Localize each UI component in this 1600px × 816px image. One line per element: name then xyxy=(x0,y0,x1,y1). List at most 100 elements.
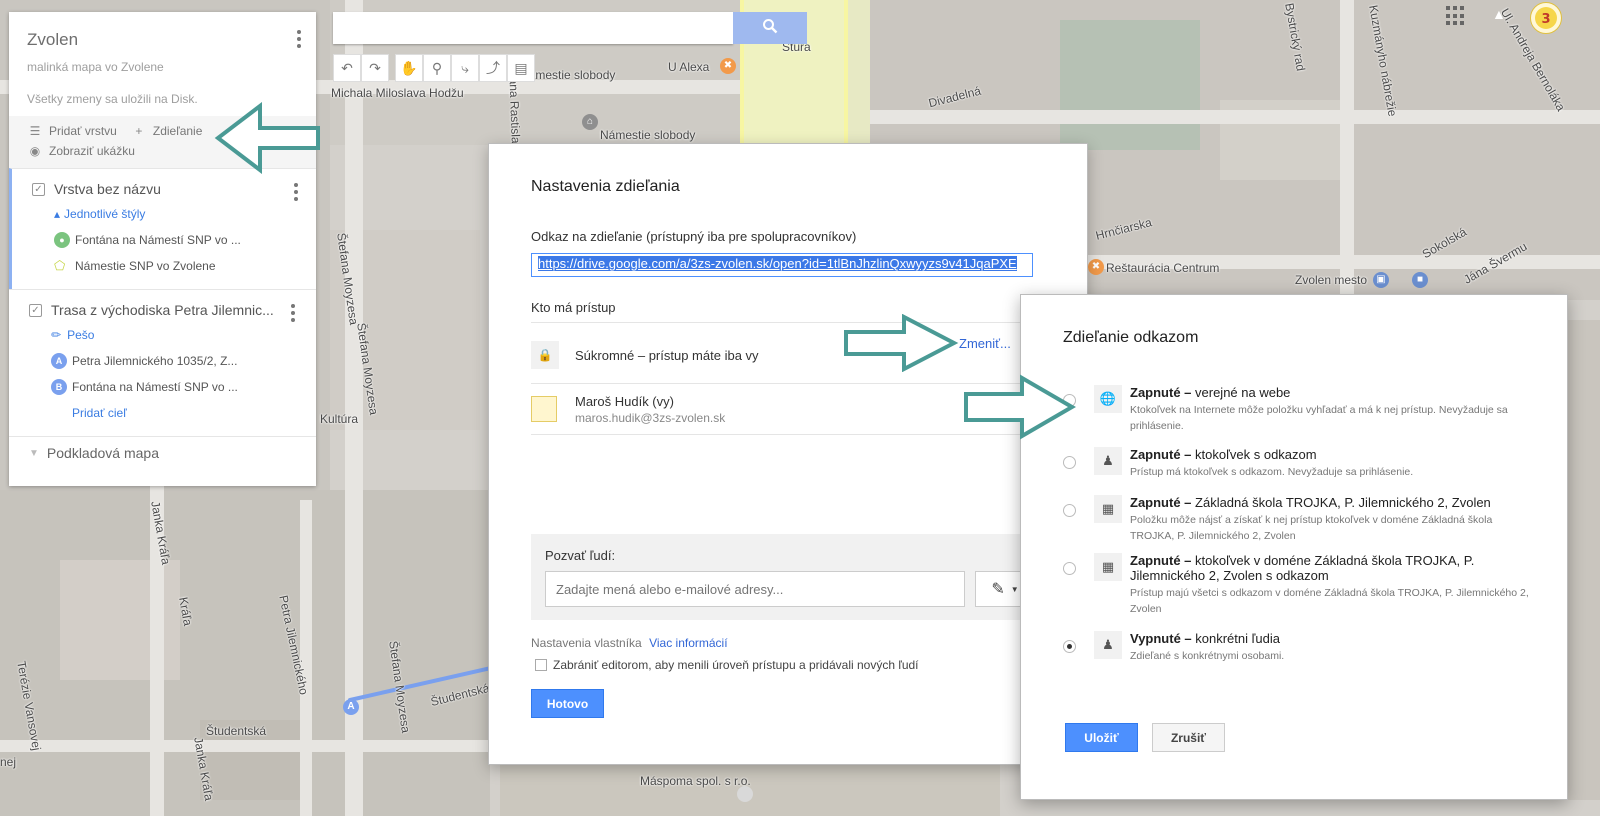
cancel-button[interactable]: Zrušiť xyxy=(1152,723,1225,752)
fountain-marker-icon: ● xyxy=(54,232,70,248)
map-label: nej xyxy=(0,755,17,769)
apps-icon[interactable] xyxy=(1446,6,1466,26)
map-label: Námestie slobody xyxy=(600,128,696,142)
user-avatar xyxy=(531,396,557,422)
dialog-title: Nastavenia zdieľania xyxy=(531,178,680,195)
radio-button-selected[interactable] xyxy=(1063,640,1076,653)
search-icon xyxy=(763,18,778,33)
eye-icon: ◉ xyxy=(29,144,41,158)
lodging-icon: ■ xyxy=(1412,272,1428,288)
sharing-settings-dialog: Nastavenia zdieľania Odkaz na zdieľanie … xyxy=(488,143,1088,765)
walking-icon: ✏ xyxy=(51,328,62,342)
ruler-icon[interactable]: ▤ xyxy=(507,54,535,82)
list-item[interactable]: A Petra Jilemnického 1035/2, Z... xyxy=(9,348,316,374)
invite-input[interactable] xyxy=(545,571,965,607)
travel-mode-link[interactable]: Pešo xyxy=(67,328,94,342)
share-link-field[interactable]: https://drive.google.com/a/3zs-zvolen.sk… xyxy=(531,253,1033,277)
search-input[interactable] xyxy=(333,12,733,44)
style-link[interactable]: Jednotlivé štýly xyxy=(64,207,145,221)
add-destination-link[interactable]: Pridať cieľ xyxy=(72,406,127,420)
restaurant-icon: ✖ xyxy=(1088,259,1104,275)
hand-icon[interactable]: ✋ xyxy=(395,54,423,82)
paint-roller-icon: ▴ xyxy=(54,207,61,221)
invite-label: Pozvať ľudí: xyxy=(545,548,616,563)
route-start-marker[interactable]: A xyxy=(343,699,359,715)
map-label: Máspoma spol. s r.o. xyxy=(640,774,751,788)
map-sidebar: Zvolen malinká mapa vo Zvolene Všetky zm… xyxy=(9,12,316,486)
layer-name[interactable]: Vrstva bez názvu xyxy=(54,181,161,197)
building-link-icon: ▦ xyxy=(1094,553,1122,581)
redo-icon[interactable]: ↷ xyxy=(361,54,389,82)
base-map-label[interactable]: Podkladová mapa xyxy=(47,445,159,461)
point-b-icon: B xyxy=(51,379,67,395)
person-icon: ♟ xyxy=(1094,631,1122,659)
radio-button[interactable] xyxy=(1063,456,1076,469)
layer-checkbox[interactable]: ✓ xyxy=(32,182,45,196)
map-label: Reštaurácia Centrum xyxy=(1106,261,1220,275)
map-description[interactable]: malinká mapa vo Zvolene xyxy=(27,60,298,74)
dialog-title: Zdieľanie odkazom xyxy=(1063,329,1199,346)
base-map-section[interactable]: ▼ Podkladová mapa xyxy=(9,436,316,469)
layers-icon: ☰ xyxy=(29,124,41,138)
svg-text:3: 3 xyxy=(1541,12,1550,27)
pencil-icon: ✎ xyxy=(991,581,1005,598)
line-icon[interactable]: ⤷ xyxy=(451,54,479,82)
school-logo-icon: 3 xyxy=(1535,7,1557,29)
map-label: U Alexa xyxy=(668,60,710,74)
link-sharing-dialog: Zdieľanie odkazom 🌐 Zapnuté – verejné na… xyxy=(1020,294,1568,800)
list-item[interactable]: ⬠ Námestie SNP vo Zvolene xyxy=(12,253,316,279)
radio-button[interactable] xyxy=(1063,562,1076,575)
done-button[interactable]: Hotovo xyxy=(531,689,604,718)
building-icon: ▦ xyxy=(1094,495,1122,523)
option-domain[interactable]: ▦ Zapnuté – Základná škola TROJKA, P. Ji… xyxy=(1063,495,1533,544)
search-button[interactable] xyxy=(733,12,807,44)
option-specific-people[interactable]: ♟ Vypnuté – konkrétni ľudia Zdieľané s k… xyxy=(1063,631,1533,664)
undo-icon[interactable]: ↶ xyxy=(333,54,361,82)
share-link-label: Odkaz na zdieľanie (prístupný iba pre sp… xyxy=(531,229,857,244)
layer-name[interactable]: Trasa z východiska Petra Jilemnic... xyxy=(51,302,274,318)
directions-icon[interactable]: ⤴ xyxy=(479,54,507,82)
annotation-arrow-left xyxy=(214,102,320,174)
prevent-editors-checkbox[interactable] xyxy=(535,659,547,671)
radio-button[interactable] xyxy=(1063,504,1076,517)
collaborator-row: Maroš Hudík (vy) maros.hudik@3zs-zvolen.… xyxy=(531,384,1036,434)
restaurant-icon: ✖ xyxy=(720,58,736,74)
who-has-access-label: Kto má prístup xyxy=(531,300,616,315)
owner-settings-row: Nastavenia vlastníka Viac informácií xyxy=(531,636,728,650)
avatar[interactable]: 3 xyxy=(1530,2,1562,34)
option-public-web[interactable]: 🌐 Zapnuté – verejné na webe Ktokoľvek na… xyxy=(1063,385,1533,434)
polygon-icon: ⬠ xyxy=(54,258,66,273)
add-person-icon: + xyxy=(135,124,143,138)
lock-icon: 🔒 xyxy=(531,341,559,369)
point-a-icon: A xyxy=(51,353,67,369)
list-item[interactable]: B Fontána na Námestí SNP vo ... xyxy=(9,374,316,400)
more-info-link[interactable]: Viac informácií xyxy=(649,636,727,650)
bell-icon[interactable]: ▲ xyxy=(1492,6,1508,24)
map-label: Michala Miloslava Hodžu xyxy=(331,86,464,100)
chevron-down-icon: ▼ xyxy=(1010,584,1019,594)
marker-icon[interactable]: ⚲ xyxy=(423,54,451,82)
layer-checkbox[interactable]: ✓ xyxy=(29,303,42,317)
invite-section: Pozvať ľudí: ✎ ▼ xyxy=(531,534,1066,620)
map-label: Študentská xyxy=(206,724,267,738)
access-level-text: Súkromné – prístup máte iba vy xyxy=(575,347,759,363)
option-domain-with-link[interactable]: ▦ Zapnuté – ktokoľvek v doméne Základná … xyxy=(1063,553,1533,617)
layer-2[interactable]: ✓ Trasa z východiska Petra Jilemnic... ✏… xyxy=(9,289,316,436)
chevron-down-icon[interactable]: ▼ xyxy=(29,448,39,459)
change-access-link[interactable]: Zmeniť... xyxy=(959,336,1011,351)
share-button[interactable]: Zdieľanie xyxy=(153,124,203,138)
layer-options-icon[interactable] xyxy=(294,183,300,201)
add-layer-button[interactable]: Pridať vrstvu xyxy=(49,124,117,138)
museum-icon: ⌂ xyxy=(582,114,598,130)
list-item[interactable]: ● Fontána na Námestí SNP vo ... xyxy=(12,227,316,253)
bus-icon: ▣ xyxy=(1373,272,1389,288)
annotation-arrow-right-public xyxy=(964,374,1076,440)
layer-1[interactable]: ✓ Vrstva bez názvu ▴ Jednotlivé štýly ● … xyxy=(9,168,316,289)
map-options-icon[interactable] xyxy=(297,30,303,48)
map-title[interactable]: Zvolen xyxy=(27,30,298,50)
option-anyone-with-link[interactable]: ♟ Zapnuté – ktokoľvek s odkazom Prístup … xyxy=(1063,447,1533,480)
prevent-editors-option[interactable]: Zabrániť editorom, aby menili úroveň prí… xyxy=(535,658,919,672)
preview-button[interactable]: Zobraziť ukážku xyxy=(49,144,135,158)
save-button[interactable]: Uložiť xyxy=(1065,723,1138,752)
layer-options-icon[interactable] xyxy=(291,304,297,322)
